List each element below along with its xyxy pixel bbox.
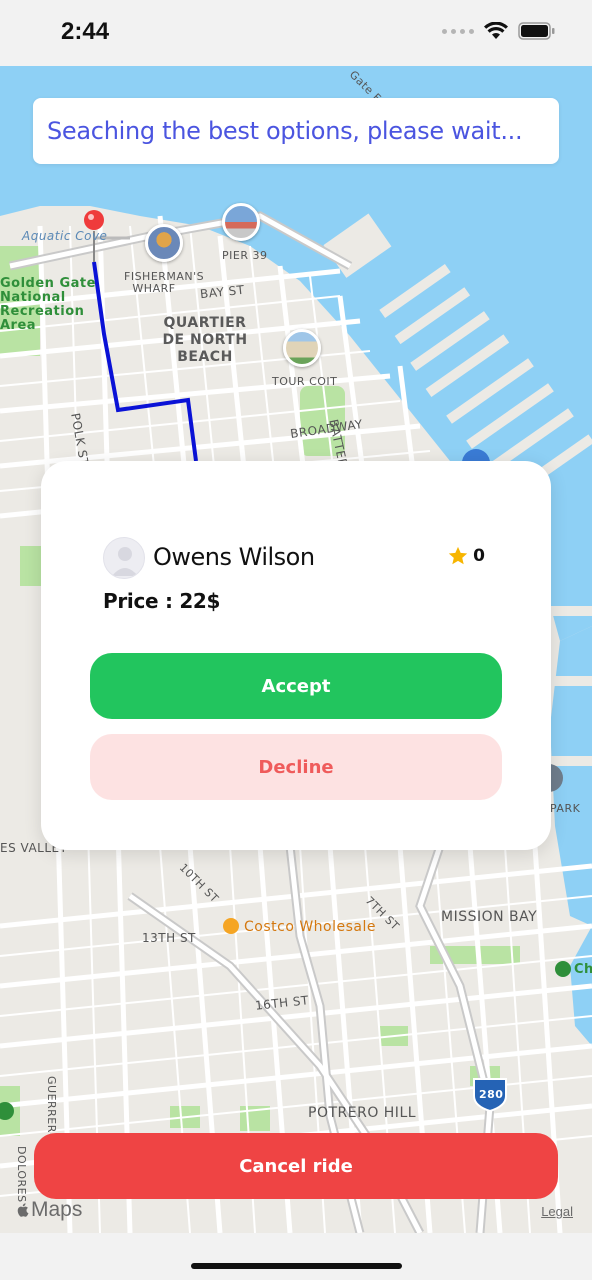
map-label-fishermans-wharf: FISHERMAN'S WHARF [124, 270, 205, 295]
home-indicator[interactable] [191, 1263, 402, 1269]
cellular-signal-icon [442, 28, 474, 34]
bottom-bar [0, 1233, 592, 1280]
driver-name: Owens Wilson [153, 543, 315, 571]
map-label-pier-39: PIER 39 [222, 249, 268, 262]
map-label-aquatic-cove: Aquatic Cove [22, 229, 108, 243]
driver-avatar [103, 537, 145, 579]
wifi-icon [484, 22, 508, 39]
search-status-box: Seaching the best options, please wait..… [33, 98, 559, 164]
legal-link[interactable]: Legal [541, 1204, 573, 1219]
highway-280-icon: 280 [479, 1088, 504, 1101]
driver-rating: 0 [447, 545, 485, 567]
map-label-golden-gate: Golden Gate National Recreation Area [0, 276, 96, 333]
status-icons [442, 22, 556, 40]
fishermans-wharf-poi-icon[interactable] [145, 224, 183, 262]
accept-button[interactable]: Accept [90, 653, 502, 719]
map-label-tour-coit: TOUR COIT [272, 375, 338, 388]
status-time: 2:44 [61, 18, 110, 45]
map-label-dolores: DOLORES [15, 1146, 28, 1203]
maps-label: Maps [31, 1198, 83, 1221]
map-label-potrero-hill: POTRERO HILL [308, 1105, 417, 1121]
map-label-north-beach: QUARTIER DE NORTH BEACH [162, 315, 248, 365]
cancel-ride-button[interactable]: Cancel ride [34, 1133, 558, 1199]
rating-value: 0 [473, 546, 485, 566]
driver-offer-card: Owens Wilson 0 Price : 22$ Accept Declin… [41, 461, 551, 850]
map-label-mission-bay: MISSION BAY [441, 909, 538, 925]
pier-39-poi-icon[interactable] [222, 203, 260, 241]
apple-maps-logo: Maps [15, 1198, 82, 1222]
star-icon [448, 546, 468, 565]
status-bar: 2:44 [0, 0, 592, 66]
map-label-costco: Costco Wholesale [244, 919, 376, 935]
battery-icon [518, 22, 555, 40]
ride-price: Price : 22$ [103, 589, 221, 613]
user-icon [112, 547, 138, 576]
decline-button[interactable]: Decline [90, 734, 502, 800]
search-status-text: Seaching the best options, please wait..… [47, 117, 523, 145]
map-label-13th-st: 13TH ST [142, 931, 196, 945]
coit-tower-poi-icon[interactable] [283, 329, 321, 367]
map-label-park: PARK [550, 802, 581, 815]
map-label-ch: Ch [574, 962, 592, 977]
apple-logo-icon [17, 1203, 29, 1217]
